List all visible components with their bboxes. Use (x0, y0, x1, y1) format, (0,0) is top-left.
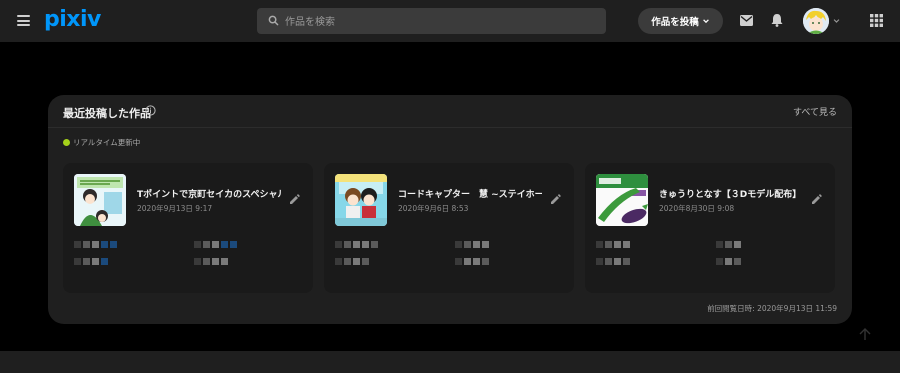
blurred-stats (194, 241, 244, 273)
pencil-icon[interactable] (550, 194, 561, 205)
pencil-icon[interactable] (289, 194, 300, 205)
bell-icon[interactable] (771, 13, 783, 27)
back-to-top-icon[interactable] (857, 326, 873, 342)
footer-bar (0, 351, 900, 373)
blurred-stats (335, 241, 385, 273)
realtime-status: リアルタイム更新中 (63, 137, 140, 148)
work-thumbnail[interactable] (596, 174, 648, 226)
chevron-down-icon[interactable] (833, 18, 840, 24)
search-icon (268, 15, 279, 26)
apps-grid-icon[interactable] (870, 14, 883, 27)
pixiv-logo[interactable]: pixiv (44, 6, 101, 34)
search-box[interactable] (257, 8, 606, 34)
work-card[interactable]: きゅうりとなす【３Dモデル配布】 2020年8月30日 9:08 (585, 163, 835, 293)
chevron-down-icon (702, 19, 709, 24)
mail-icon[interactable] (740, 15, 753, 26)
realtime-label: リアルタイム更新中 (73, 138, 141, 147)
work-date: 2020年9月6日 8:53 (398, 204, 469, 213)
realtime-dot-icon (63, 139, 70, 146)
work-card[interactable]: コードキャプター 慧 ~ステイホーム編~ 2020年9月6日 8:53 (324, 163, 574, 293)
work-card[interactable]: Tポイントで京町セイカのスペシャル... 2020年9月13日 9:17 (63, 163, 313, 293)
work-date: 2020年9月13日 9:17 (137, 204, 213, 213)
top-bar: pixiv 作品を投稿 (0, 0, 900, 42)
blurred-stats (74, 241, 124, 273)
info-icon[interactable] (145, 105, 156, 116)
work-thumbnail[interactable] (74, 174, 126, 226)
avatar[interactable] (803, 8, 829, 34)
last-viewed-time: 前回閲覧日時: 2020年9月13日 11:59 (707, 304, 837, 313)
work-date: 2020年8月30日 9:08 (659, 204, 735, 213)
work-title[interactable]: コードキャプター 慧 ~ステイホーム編~ (398, 187, 542, 200)
work-title[interactable]: きゅうりとなす【３Dモデル配布】 (659, 187, 803, 200)
blurred-stats (596, 241, 646, 273)
panel-title: 最近投稿した作品 (63, 107, 151, 120)
post-work-label: 作品を投稿 (651, 17, 699, 28)
menu-icon[interactable] (17, 15, 30, 26)
post-work-button[interactable]: 作品を投稿 (638, 8, 723, 34)
blurred-stats (455, 241, 505, 273)
work-thumbnail[interactable] (335, 174, 387, 226)
divider (48, 127, 852, 128)
work-title[interactable]: Tポイントで京町セイカのスペシャル... (137, 187, 281, 200)
pencil-icon[interactable] (811, 194, 822, 205)
see-all-link[interactable]: すべて見る (793, 105, 837, 118)
search-input[interactable] (283, 11, 597, 33)
blurred-stats (716, 241, 766, 273)
recent-works-panel: 最近投稿した作品 すべて見る リアルタイム更新中 Tポイントで京町セイカのスペシ… (48, 95, 852, 324)
